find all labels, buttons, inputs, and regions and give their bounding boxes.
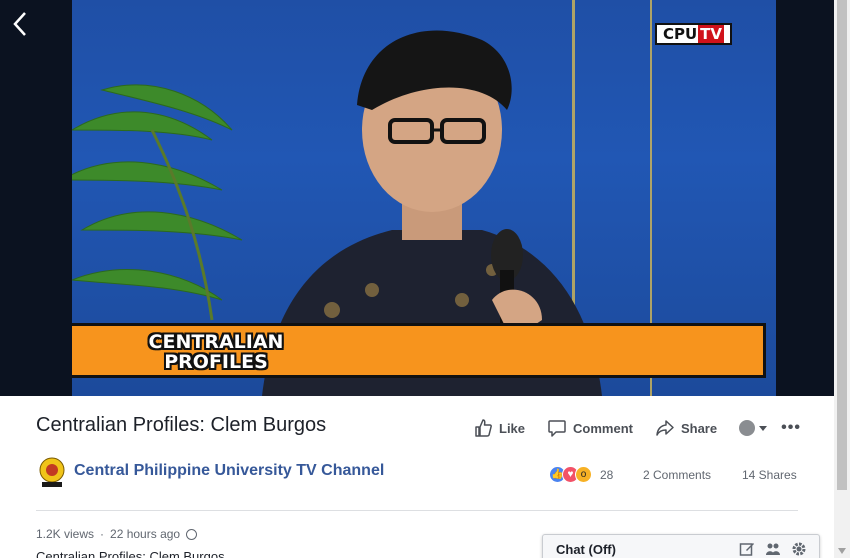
like-button[interactable]: Like xyxy=(473,418,525,438)
shares-count-link[interactable]: 14 Shares xyxy=(742,468,797,482)
audience-selector[interactable] xyxy=(739,420,768,436)
lower-third-line2: PROFILES xyxy=(164,351,268,373)
comment-button[interactable]: Comment xyxy=(547,418,633,438)
chevron-down-icon xyxy=(759,425,768,431)
view-count: 1.2K views xyxy=(36,527,95,541)
logo-text: CPU xyxy=(662,25,698,43)
channel-logo: CPU TV xyxy=(654,23,732,45)
page: CPU TV CENTRALIAN PROFILES Centralian Pr… xyxy=(0,0,850,558)
comment-label: Comment xyxy=(573,420,633,436)
separator-dot: · xyxy=(100,527,105,541)
video-frame: CPU TV CENTRALIAN PROFILES xyxy=(72,0,776,396)
channel-avatar[interactable] xyxy=(38,456,66,488)
post-title: Centralian Profiles: Clem Burgos xyxy=(36,414,327,436)
chat-label: Chat (Off) xyxy=(556,542,616,557)
divider xyxy=(36,510,798,511)
logo-accent: TV xyxy=(698,25,724,43)
like-label: Like xyxy=(499,420,526,436)
scroll-down-arrow-icon[interactable] xyxy=(838,548,846,554)
reactions-count: 28 xyxy=(600,467,614,482)
chat-icons xyxy=(739,541,807,557)
scroll-thumb[interactable] xyxy=(837,0,847,490)
lower-third-banner: CENTRALIAN PROFILES xyxy=(72,323,766,378)
video-player[interactable]: CPU TV CENTRALIAN PROFILES xyxy=(0,0,834,396)
more-icon[interactable]: ••• xyxy=(781,419,801,437)
lower-third-line1: CENTRALIAN xyxy=(148,331,284,353)
comment-icon xyxy=(548,420,566,437)
reactions-summary[interactable]: 👍 ♥ o 28 xyxy=(549,466,613,483)
people-icon[interactable] xyxy=(765,541,781,557)
like-icon xyxy=(475,419,492,437)
share-button[interactable]: Share xyxy=(655,418,717,438)
compose-icon[interactable] xyxy=(739,541,755,557)
lower-third-text: CENTRALIAN PROFILES xyxy=(146,332,286,372)
share-icon xyxy=(656,420,674,436)
post-time[interactable]: 22 hours ago xyxy=(110,527,180,541)
channel-name-link[interactable]: Central Philippine University TV Channel xyxy=(74,462,384,480)
audience-icon xyxy=(739,420,756,436)
comments-count-link[interactable]: 2 Comments xyxy=(643,468,711,482)
chat-bar[interactable]: Chat (Off) xyxy=(542,534,820,558)
share-label: Share xyxy=(680,420,718,436)
post-description: Centralian Profiles: Clem Burgos xyxy=(36,549,225,558)
globe-icon xyxy=(186,528,198,540)
back-arrow-icon[interactable] xyxy=(10,10,30,38)
gear-icon[interactable] xyxy=(791,541,807,557)
action-bar: Like Comment Share ••• xyxy=(473,416,801,440)
post-meta: 1.2K views · 22 hours ago xyxy=(36,527,198,541)
scrollbar[interactable] xyxy=(834,0,850,558)
wow-reaction-icon: o xyxy=(575,466,592,483)
